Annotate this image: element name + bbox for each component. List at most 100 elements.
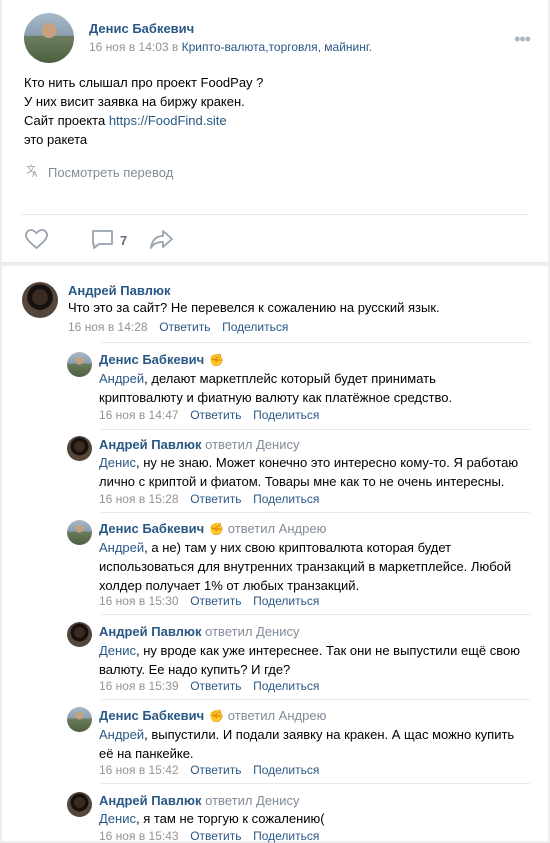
reply-to-label[interactable]: ответил Андрею: [228, 521, 327, 536]
comment-text: Денис, ну не знаю. Может конечно это инт…: [99, 453, 518, 491]
comment-line: использоваться для внутренних транзакций…: [99, 559, 512, 574]
comment-avatar[interactable]: [67, 436, 92, 461]
comment-text: Андрей, выпустили. И подали заявку на кр…: [99, 725, 514, 763]
comment-divider: [101, 699, 530, 700]
comment-author[interactable]: Андрей Павлюк: [99, 437, 202, 452]
comment-avatar[interactable]: [67, 792, 92, 817]
translate-button[interactable]: 文A Посмотреть перевод: [26, 163, 173, 181]
share-link[interactable]: Поделиться: [253, 408, 319, 422]
comment-avatar[interactable]: [22, 282, 58, 318]
comment-avatar[interactable]: [67, 520, 92, 545]
mention-link[interactable]: Денис: [99, 455, 136, 470]
comment-footer: 16 ноя в 15:28 Ответить Поделиться: [99, 491, 319, 506]
comments-section: Андрей Павлюк Что это за сайт? Не переве…: [2, 266, 548, 843]
comment-header: Денис Бабкевич ✊ ответил Андрею: [99, 521, 326, 536]
post-line-4: это ракета: [24, 132, 88, 147]
comment-footer: 16 ноя в 14:28 Ответить Поделиться: [68, 319, 288, 334]
comment-line: Андрей, а не) там у них свою криптовалют…: [99, 538, 511, 557]
post-line-1: Кто нить слышал про проект FoodPay ?: [24, 75, 264, 90]
reply-button[interactable]: Ответить: [190, 679, 241, 693]
comment-date[interactable]: 16 ноя в 14:28: [68, 320, 148, 334]
comment-line: Денис, ну вроде как уже интереснее. Так …: [99, 641, 520, 660]
share-button[interactable]: [149, 228, 174, 253]
mention-link[interactable]: Андрей: [99, 727, 144, 742]
share-link[interactable]: Поделиться: [253, 679, 319, 693]
comment-header: Денис Бабкевич ✊ ответил Андрею: [99, 708, 326, 723]
reply-to-label[interactable]: ответил Денису: [205, 624, 299, 639]
more-menu-icon[interactable]: •••: [514, 29, 531, 50]
comment-author[interactable]: Андрей Павлюк: [99, 793, 202, 808]
translate-icon: 文A: [26, 163, 41, 181]
post-divider: [22, 214, 528, 215]
post-time[interactable]: 16 ноя в 14:03 в: [89, 40, 178, 54]
comment-line: Денис, я там не торгую к сожалению(: [99, 809, 325, 828]
comment-footer: 16 ноя в 15:39 Ответить Поделиться: [99, 678, 319, 693]
like-button[interactable]: [24, 228, 49, 253]
reply-to-label[interactable]: ответил Денису: [205, 793, 299, 808]
comment-footer: 16 ноя в 15:42 Ответить Поделиться: [99, 762, 319, 777]
comment-icon: [91, 228, 114, 253]
comment-divider: [101, 614, 530, 615]
post-author-avatar[interactable]: [24, 13, 74, 63]
comment-author[interactable]: Денис Бабкевич: [99, 352, 204, 367]
reply-button[interactable]: Ответить: [190, 408, 241, 422]
heart-icon: [24, 228, 49, 253]
comment-footer: 16 ноя в 15:30 Ответить Поделиться: [99, 593, 319, 608]
comment-text: Денис, я там не торгую к сожалению(: [99, 809, 325, 828]
reply-button[interactable]: Ответить: [190, 492, 241, 506]
comment-author[interactable]: Денис Бабкевич: [99, 708, 204, 723]
post-line-3: Сайт проекта https://FoodFind.site: [24, 111, 514, 130]
reply-to-label[interactable]: ответил Андрею: [228, 708, 327, 723]
share-link[interactable]: Поделиться: [253, 492, 319, 506]
comment-line-text: , ну не знаю. Может конечно это интересн…: [135, 455, 519, 470]
comment-line-text: , я там не торгую к сожалению(: [135, 811, 325, 826]
reply-button[interactable]: Ответить: [159, 320, 210, 334]
svg-text:A: A: [32, 170, 38, 178]
mention-link[interactable]: Андрей: [99, 371, 144, 386]
mention-link[interactable]: Денис: [99, 811, 136, 826]
comment-header: Андрей Павлюк ответил Денису: [99, 437, 300, 452]
mention-link[interactable]: Андрей: [99, 540, 144, 555]
reply-to-label[interactable]: ответил Денису: [205, 437, 299, 452]
translate-label: Посмотреть перевод: [48, 164, 174, 180]
comment-line: валюту. Ее надо купить? И где?: [99, 662, 291, 677]
comment-divider: [101, 783, 530, 784]
comment-line: Андрей, делают маркетплейс который будет…: [99, 369, 452, 388]
comment-text: Что это за сайт? Не перевелся к сожалени…: [68, 300, 440, 315]
comment-date[interactable]: 16 ноя в 15:39: [99, 679, 179, 693]
comment-author[interactable]: Андрей Павлюк: [68, 283, 171, 298]
comment-avatar[interactable]: [67, 622, 92, 647]
post-line-2: У них висит заявка на биржу кракен.: [24, 94, 245, 109]
comment-date[interactable]: 16 ноя в 14:47: [99, 408, 179, 422]
reply-button[interactable]: Ответить: [190, 763, 241, 777]
comment-header: Андрей Павлюк: [68, 283, 171, 298]
comment-text: Андрей, делают маркетплейс который будет…: [99, 369, 452, 407]
comment-avatar[interactable]: [67, 707, 92, 732]
mention-link[interactable]: Денис: [99, 643, 136, 658]
share-arrow-icon: [149, 228, 174, 253]
comment-line-text: , ну вроде как уже интереснее. Так они н…: [135, 643, 521, 658]
post-meta: 16 ноя в 14:03 в Крипто-валюта,торговля,…: [89, 40, 372, 54]
comment-date[interactable]: 16 ноя в 15:30: [99, 594, 179, 608]
comment-line: лично с криптой и фиатом. Товары мне как…: [99, 474, 505, 489]
post-community-link[interactable]: Крипто-валюта,торговля, майнинг.: [182, 40, 373, 54]
share-link[interactable]: Поделиться: [253, 763, 319, 777]
comment-author[interactable]: Андрей Павлюк: [99, 624, 202, 639]
comment-author[interactable]: Денис Бабкевич: [99, 521, 204, 536]
comment-line: её на панкейке.: [99, 746, 194, 761]
comment-footer: 16 ноя в 14:47 Ответить Поделиться: [99, 407, 319, 422]
comment-date[interactable]: 16 ноя в 15:28: [99, 492, 179, 506]
comment-date[interactable]: 16 ноя в 15:42: [99, 763, 179, 777]
share-link[interactable]: Поделиться: [253, 594, 319, 608]
comment-line: Денис, ну не знаю. Может конечно это инт…: [99, 453, 518, 472]
reply-button[interactable]: Ответить: [190, 594, 241, 608]
comments-button[interactable]: 7: [91, 228, 127, 253]
comment-line-text: , выпустили. И подали заявку на кракен. …: [144, 727, 515, 742]
comment-line-text: , делают маркетплейс который будет прини…: [144, 371, 436, 386]
post-site-link[interactable]: https://FoodFind.site: [109, 113, 227, 128]
comment-line-text: , а не) там у них свою криптовалюта кото…: [144, 540, 452, 555]
comment-line: криптовалюту и фиатную валюту как платёж…: [99, 390, 453, 405]
post-author-name[interactable]: Денис Бабкевич: [89, 21, 194, 36]
comment-avatar[interactable]: [67, 352, 92, 377]
share-link[interactable]: Поделиться: [222, 320, 288, 334]
